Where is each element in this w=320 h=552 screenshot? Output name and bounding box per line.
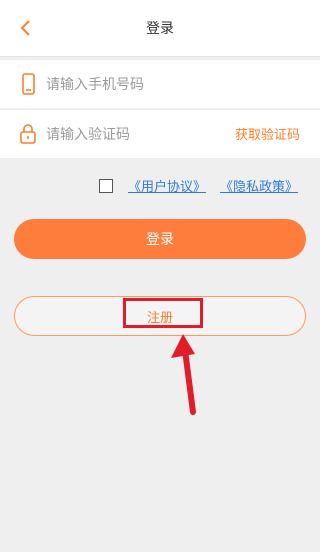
annotation-arrow-icon (171, 334, 196, 415)
agreement-row: 《用户协议》 《隐私政策》 (99, 176, 298, 195)
register-highlight-box (123, 298, 203, 328)
code-field[interactable]: 请输入验证码 获取验证码 (0, 110, 320, 158)
user-agreement-link[interactable]: 《用户协议》 (128, 176, 206, 195)
lock-icon (20, 124, 36, 144)
phone-placeholder: 请输入手机号码 (46, 77, 144, 93)
privacy-policy-link[interactable]: 《隐私政策》 (220, 176, 298, 195)
code-placeholder: 请输入验证码 (46, 127, 130, 143)
phone-icon (22, 73, 35, 95)
login-button[interactable]: 登录 (14, 219, 306, 259)
page-title: 登录 (146, 21, 174, 37)
top-bar: 登录 (0, 0, 320, 57)
agree-checkbox[interactable] (99, 178, 113, 193)
get-code-button[interactable]: 获取验证码 (235, 124, 300, 143)
phone-field[interactable]: 请输入手机号码 (0, 60, 320, 108)
